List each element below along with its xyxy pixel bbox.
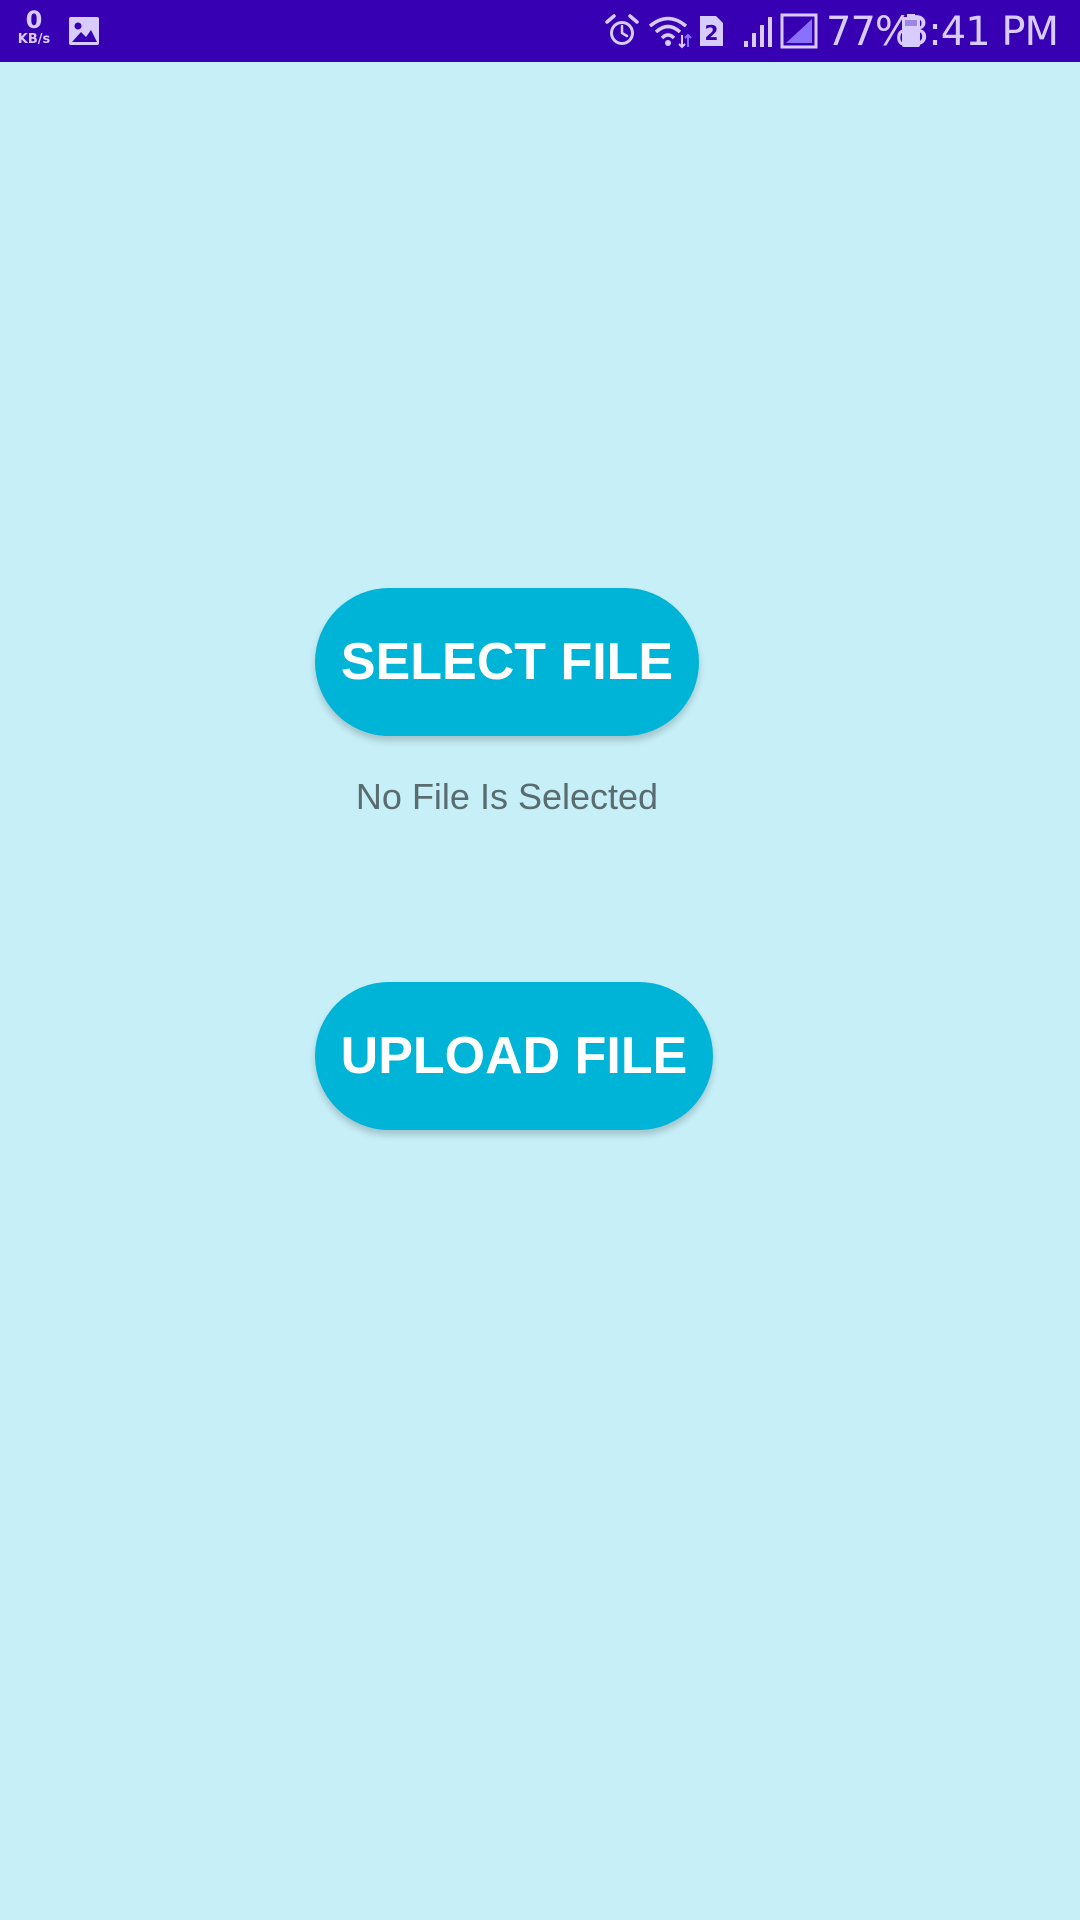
signal-strength-icon	[780, 13, 820, 49]
clock: 3:41 PM	[903, 9, 1059, 55]
upload-file-button[interactable]: UPLOAD FILE	[315, 982, 713, 1130]
net-speed-unit: KB/s	[17, 32, 51, 47]
net-speed-indicator: 0 KB/s	[14, 8, 54, 46]
status-bar: 0 KB/s 2 77% 3:41 PM	[0, 0, 1080, 62]
net-speed-value: 0	[25, 6, 43, 34]
gallery-icon	[66, 13, 102, 49]
sim-slot-number: 2	[705, 21, 719, 45]
file-status-text: No File Is Selected	[355, 776, 659, 817]
signal-icon	[742, 13, 776, 49]
alarm-icon	[604, 13, 640, 49]
wifi-icon	[648, 13, 692, 49]
select-file-button[interactable]: SELECT FILE	[315, 588, 699, 736]
sim-icon: 2	[696, 13, 726, 49]
